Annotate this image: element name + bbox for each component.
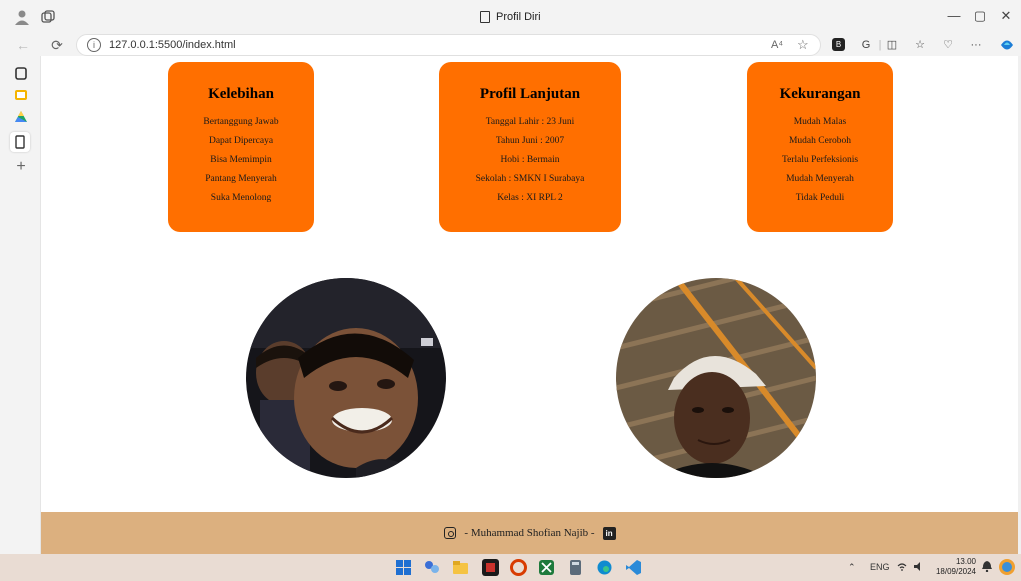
card-profil-lanjutan: Profil Lanjutan Tanggal Lahir : 23 Juni … <box>439 62 621 232</box>
wifi-icon[interactable] <box>897 562 907 573</box>
language-indicator[interactable]: ENG <box>870 562 890 572</box>
linkedin-icon[interactable]: in <box>602 526 616 540</box>
list-item: Tidak Peduli <box>795 193 845 203</box>
extension-icon[interactable]: B <box>832 38 845 51</box>
card-kekurangan: Kekurangan Mudah Malas Mudah Ceroboh Ter… <box>747 62 893 232</box>
address-bar[interactable]: i 127.0.0.1:5500/index.html A⁴ ☆ <box>76 34 821 56</box>
favorite-star-icon[interactable]: ☆ <box>797 37 809 53</box>
teams-app-icon[interactable] <box>423 559 440 576</box>
list-item: Mudah Ceroboh <box>788 136 851 146</box>
list-item: Pantang Menyerah <box>205 174 277 184</box>
calculator-app-icon[interactable] <box>567 559 584 576</box>
card-list: Mudah Malas Mudah Ceroboh Terlalu Perfek… <box>747 113 893 208</box>
card-title: Profil Lanjutan <box>479 86 581 102</box>
profile-photo-left <box>246 278 446 478</box>
store-app-icon[interactable] <box>482 559 499 576</box>
list-item: Bertanggung Jawab <box>203 117 279 127</box>
favorites-icon[interactable]: ☆ <box>912 37 928 53</box>
list-item: Bisa Memimpin <box>210 155 272 165</box>
vertical-tabs-sidebar: + <box>0 56 40 554</box>
card-title: Kekurangan <box>779 86 861 102</box>
window-title-text: Profil Diri <box>496 11 541 23</box>
list-item: Kelas : XI RPL 2 <box>497 193 563 203</box>
start-button[interactable] <box>395 559 412 576</box>
refresh-button[interactable]: ⟳ <box>48 36 66 54</box>
maximize-button[interactable]: ▢ <box>970 8 990 24</box>
card-list: Tanggal Lahir : 23 Juni Tahun Juni : 200… <box>439 113 621 208</box>
card-kelebihan: Kelebihan Bertanggung Jawab Dapat Diperc… <box>168 62 314 232</box>
window-title: Profil Diri <box>480 11 541 23</box>
list-item: Terlalu Perfeksionis <box>781 155 859 165</box>
list-item: Tahun Juni : 2007 <box>495 136 565 146</box>
tray-overflow-icon[interactable]: ⌃ <box>848 562 856 573</box>
more-menu-icon[interactable]: ··· <box>968 37 984 53</box>
clock-date: 18/09/2024 <box>935 567 976 576</box>
list-item: Mudah Malas <box>793 117 847 127</box>
drive-tab-icon[interactable] <box>14 110 28 124</box>
list-item: Sekolah : SMKN I Surabaya <box>475 174 585 184</box>
instagram-icon[interactable] <box>444 527 457 539</box>
office-app-icon[interactable] <box>510 559 527 576</box>
screen: Profil Diri — ▢ ✕ ← ⟳ i 127.0.0.1:5500/i… <box>0 0 1021 581</box>
card-list: Bertanggung Jawab Dapat Dipercaya Bisa M… <box>168 113 314 208</box>
minimize-button[interactable]: — <box>944 8 964 23</box>
current-tab-icon[interactable] <box>10 132 30 152</box>
edge-browser-icon[interactable] <box>596 559 613 576</box>
list-item: Suka Menolong <box>210 193 272 203</box>
xbox-app-icon[interactable] <box>538 559 555 576</box>
list-item: Tanggal Lahir : 23 Juni <box>485 117 575 127</box>
tab-actions-icon[interactable] <box>14 66 28 80</box>
navigation-bar: ← ⟳ i 127.0.0.1:5500/index.html A⁴ ☆ B G… <box>0 34 1021 56</box>
card-title: Kelebihan <box>208 86 274 102</box>
windows-taskbar: ⌃ ENG 13.00 18/09/2024 <box>0 554 1021 581</box>
page-icon <box>480 11 490 23</box>
copilot-icon[interactable] <box>998 36 1016 54</box>
browser-essentials-icon[interactable]: ♡ <box>940 37 956 53</box>
file-explorer-icon[interactable] <box>452 559 469 576</box>
profile-icon[interactable] <box>14 9 30 25</box>
copilot-taskbar-icon[interactable] <box>998 558 1016 578</box>
page-footer: - Muhammad Shofian Najib - in <box>41 512 1018 554</box>
close-button[interactable]: ✕ <box>996 8 1016 24</box>
clock-time: 13.00 <box>955 557 976 566</box>
vscode-app-icon[interactable] <box>625 559 642 576</box>
volume-icon[interactable] <box>913 562 923 573</box>
back-button[interactable]: ← <box>14 36 32 54</box>
notification-bell-icon[interactable] <box>982 560 992 574</box>
site-info-icon[interactable]: i <box>87 38 101 52</box>
profile-photo-right <box>616 278 816 478</box>
list-item: Hobi : Bermain <box>500 155 560 165</box>
list-item: Mudah Menyerah <box>786 174 854 184</box>
system-clock[interactable]: 13.00 18/09/2024 <box>932 557 976 577</box>
page-viewport: Kelebihan Bertanggung Jawab Dapat Diperc… <box>40 56 1018 554</box>
new-tab-icon[interactable]: + <box>14 159 28 175</box>
list-item: Dapat Dipercaya <box>208 136 274 146</box>
read-aloud-icon[interactable]: A⁴ <box>771 39 783 51</box>
workspaces-icon[interactable] <box>40 9 56 25</box>
slides-tab-icon[interactable] <box>14 88 28 102</box>
footer-text: - Muhammad Shofian Najib - <box>464 527 595 539</box>
split-screen-icon[interactable]: ◫ <box>884 37 900 53</box>
url-text[interactable]: 127.0.0.1:5500/index.html <box>109 39 236 51</box>
browser-title-bar: Profil Diri — ▢ ✕ <box>0 0 1021 34</box>
